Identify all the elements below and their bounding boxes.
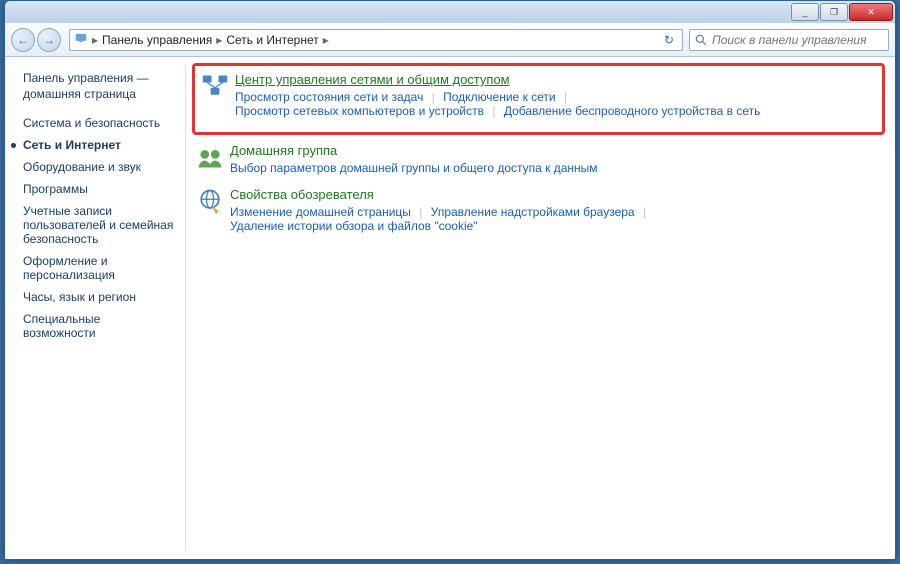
link-homepage[interactable]: Изменение домашней страницы xyxy=(230,205,411,219)
internet-options-icon xyxy=(196,187,224,215)
link-delete-history[interactable]: Удаление истории обзора и файлов "cookie… xyxy=(230,219,478,233)
search-box[interactable] xyxy=(689,29,889,51)
sidebar-item-programs[interactable]: Программы xyxy=(23,182,175,196)
sidebar-item-appearance[interactable]: Оформление и персонализация xyxy=(23,254,175,282)
link-addons[interactable]: Управление надстройками браузера xyxy=(431,205,635,219)
homegroup-icon xyxy=(196,143,224,171)
sidebar-home[interactable]: Панель управления — домашняя страница xyxy=(23,71,175,102)
sidebar-item-hardware[interactable]: Оборудование и звук xyxy=(23,160,175,174)
content: Центр управления сетями и общим доступом… xyxy=(186,57,895,559)
breadcrumb-icon xyxy=(74,31,88,48)
search-icon xyxy=(694,33,708,47)
forward-button[interactable]: → xyxy=(37,28,61,52)
link-status[interactable]: Просмотр состояния сети и задач xyxy=(235,90,423,104)
maximize-button[interactable]: ❐ xyxy=(820,3,848,21)
back-button[interactable]: ← xyxy=(11,28,35,52)
control-panel-window: _ ❐ ✕ ← → ▸ Панель управления ▸ Сеть и И… xyxy=(4,0,896,560)
internet-options-title[interactable]: Свойства обозревателя xyxy=(230,187,881,202)
minimize-button[interactable]: _ xyxy=(791,3,819,21)
body: Панель управления — домашняя страница Си… xyxy=(5,57,895,559)
titlebar: _ ❐ ✕ xyxy=(5,1,895,23)
link-view-devices[interactable]: Просмотр сетевых компьютеров и устройств xyxy=(235,104,484,118)
sidebar-item-system[interactable]: Система и безопасность xyxy=(23,116,175,130)
link-connect[interactable]: Подключение к сети xyxy=(443,90,555,104)
breadcrumb[interactable]: ▸ Панель управления ▸ Сеть и Интернет ▸ … xyxy=(69,29,683,51)
sidebar-item-users[interactable]: Учетные записи пользователей и семейная … xyxy=(23,204,175,246)
sidebar-item-clock[interactable]: Часы, язык и регион xyxy=(23,290,175,304)
close-button[interactable]: ✕ xyxy=(849,3,893,21)
section-network-center: Центр управления сетями и общим доступом… xyxy=(197,68,876,126)
sidebar-item-network[interactable]: Сеть и Интернет xyxy=(23,138,175,152)
search-input[interactable] xyxy=(712,33,884,47)
link-add-wireless[interactable]: Добавление беспроводного устройства в се… xyxy=(504,104,761,118)
section-homegroup: Домашняя группа Выбор параметров домашне… xyxy=(192,139,885,183)
refresh-button[interactable]: ↻ xyxy=(660,33,678,47)
link-homegroup-options[interactable]: Выбор параметров домашней группы и общег… xyxy=(230,161,598,175)
highlight-box: Центр управления сетями и общим доступом… xyxy=(192,63,885,135)
section-internet-options: Свойства обозревателя Изменение домашней… xyxy=(192,183,885,241)
sidebar: Панель управления — домашняя страница Си… xyxy=(5,57,185,559)
breadcrumb-root[interactable]: Панель управления xyxy=(102,33,212,47)
breadcrumb-current[interactable]: Сеть и Интернет xyxy=(226,33,318,47)
network-center-title[interactable]: Центр управления сетями и общим доступом xyxy=(235,72,872,87)
sidebar-item-ease[interactable]: Специальные возможности xyxy=(23,312,175,340)
navbar: ← → ▸ Панель управления ▸ Сеть и Интерне… xyxy=(5,23,895,57)
network-center-icon xyxy=(201,72,229,100)
homegroup-title[interactable]: Домашняя группа xyxy=(230,143,881,158)
